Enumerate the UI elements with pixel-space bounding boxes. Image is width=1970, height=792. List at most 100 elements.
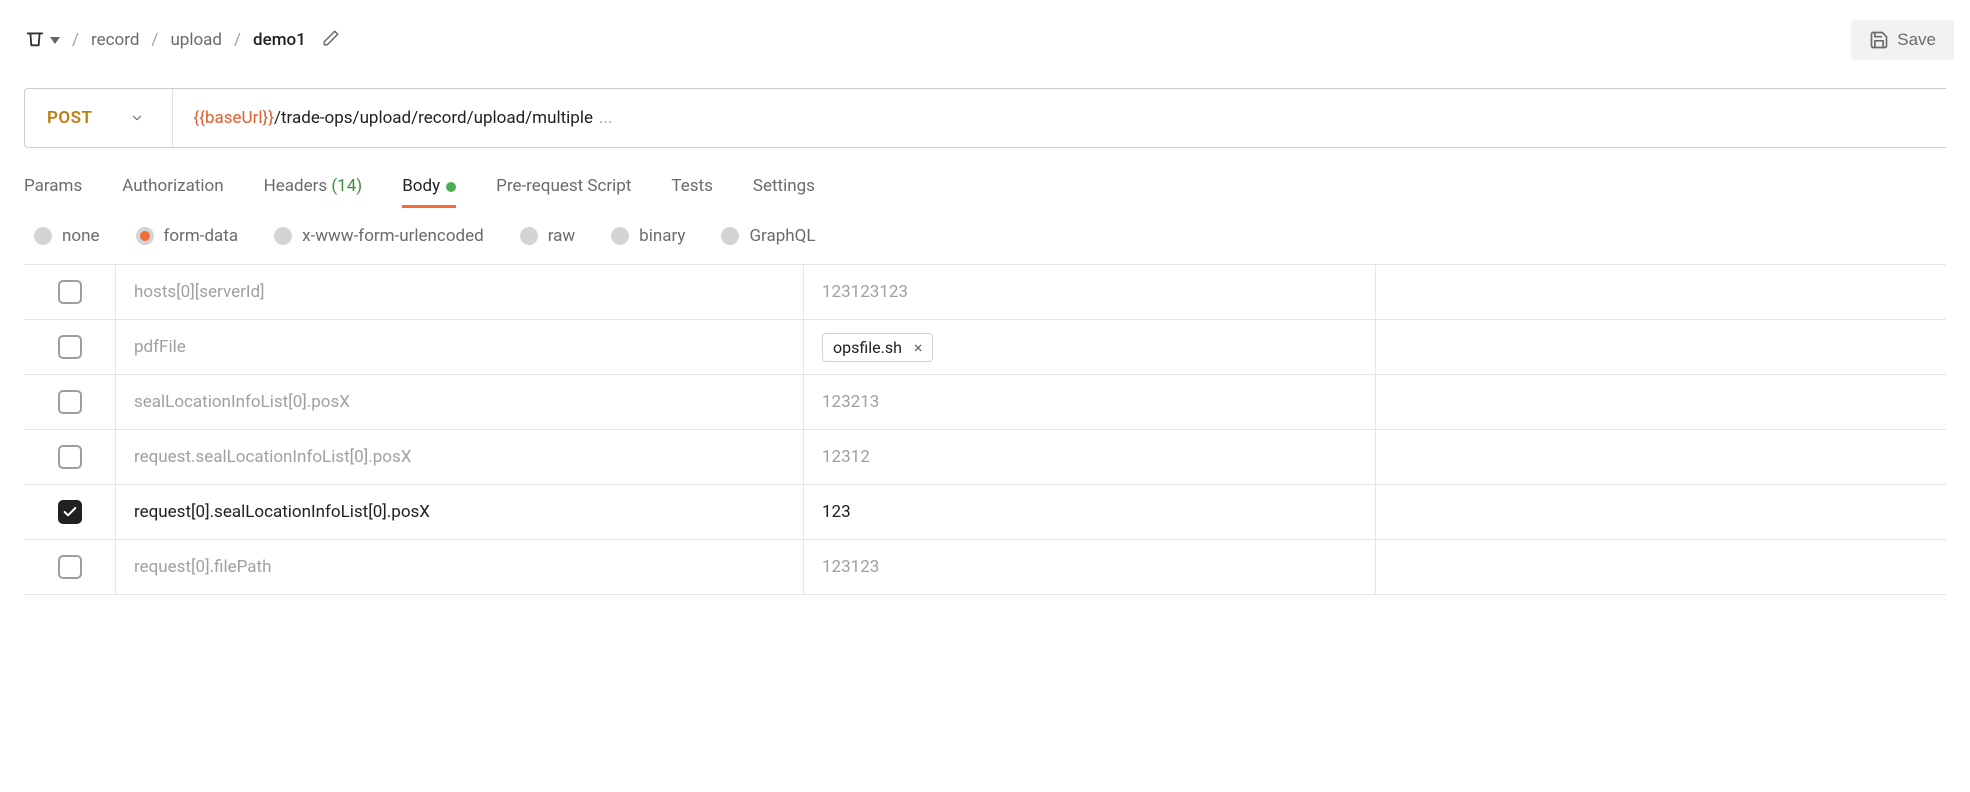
description-cell[interactable] <box>1376 320 1947 374</box>
key-cell[interactable]: pdfFile <box>116 320 804 374</box>
checkbox-cell <box>24 320 116 374</box>
tab-label: Headers <box>264 176 328 196</box>
method-select[interactable]: POST <box>25 89 173 147</box>
edit-name-icon[interactable] <box>314 29 340 52</box>
value-cell[interactable]: 123213 <box>804 375 1376 429</box>
value-cell[interactable]: opsfile.sh × <box>804 320 1376 374</box>
radio-form-data[interactable]: form-data <box>136 226 239 246</box>
checkbox-cell <box>24 540 116 594</box>
tab-headers[interactable]: Headers (14) <box>264 176 363 208</box>
description-cell[interactable] <box>1376 430 1947 484</box>
key-text: pdfFile <box>134 337 186 357</box>
value-cell[interactable]: 12312 <box>804 430 1376 484</box>
key-cell[interactable]: sealLocationInfoList[0].posX <box>116 375 804 429</box>
checkbox-cell <box>24 430 116 484</box>
value-text: 123 <box>822 502 851 522</box>
method-label: POST <box>47 108 92 128</box>
save-icon <box>1869 30 1889 50</box>
context-dropdown-caret-icon[interactable] <box>50 30 60 50</box>
body-type-selector: none form-data x-www-form-urlencoded raw… <box>0 208 1970 264</box>
value-cell[interactable]: 123123 <box>804 540 1376 594</box>
tab-label: Authorization <box>122 176 223 196</box>
value-cell[interactable]: 123123123 <box>804 265 1376 319</box>
modified-dot-icon <box>446 182 456 192</box>
value-text: 123213 <box>822 392 879 412</box>
checkbox-cell <box>24 485 116 539</box>
key-cell[interactable]: hosts[0][serverId] <box>116 265 804 319</box>
row-checkbox[interactable] <box>58 555 82 579</box>
key-cell[interactable]: request[0].sealLocationInfoList[0].posX <box>116 485 804 539</box>
breadcrumb-separator: / <box>147 30 162 50</box>
table-row: pdfFile opsfile.sh × <box>24 320 1946 375</box>
table-row: request[0].filePath 123123 <box>24 540 1946 595</box>
url-input[interactable]: {{baseUrl}}/trade-ops/upload/record/uplo… <box>173 108 1946 128</box>
tab-label: Pre-request Script <box>496 176 631 196</box>
remove-file-icon[interactable]: × <box>914 338 923 357</box>
value-text: 123123 <box>822 557 879 577</box>
row-checkbox[interactable] <box>58 500 82 524</box>
radio-icon <box>721 227 739 245</box>
tab-tests[interactable]: Tests <box>671 176 712 208</box>
checkbox-cell <box>24 375 116 429</box>
url-variable: {{baseUrl}} <box>193 108 274 128</box>
context-collection-icon[interactable] <box>24 27 46 54</box>
breadcrumb-item[interactable]: upload <box>170 30 222 50</box>
key-text: sealLocationInfoList[0].posX <box>134 392 350 412</box>
description-cell[interactable] <box>1376 375 1947 429</box>
breadcrumb-separator: / <box>68 30 83 50</box>
radio-raw[interactable]: raw <box>520 226 575 246</box>
radio-none[interactable]: none <box>34 226 100 246</box>
description-cell[interactable] <box>1376 265 1947 319</box>
chevron-down-icon <box>130 111 144 125</box>
key-text: request.sealLocationInfoList[0].posX <box>134 447 411 467</box>
tab-body[interactable]: Body <box>402 176 456 208</box>
radio-label: form-data <box>164 226 239 246</box>
value-text: 123123123 <box>822 282 908 302</box>
key-text: request[0].filePath <box>134 557 271 577</box>
file-chip[interactable]: opsfile.sh × <box>822 333 933 362</box>
tab-prerequest[interactable]: Pre-request Script <box>496 176 631 208</box>
radio-binary[interactable]: binary <box>611 226 685 246</box>
request-tabs: Params Authorization Headers (14) Body P… <box>0 148 1970 208</box>
checkbox-cell <box>24 265 116 319</box>
radio-icon <box>611 227 629 245</box>
file-name: opsfile.sh <box>833 338 902 357</box>
description-cell[interactable] <box>1376 485 1947 539</box>
description-cell[interactable] <box>1376 540 1947 594</box>
table-row: request.sealLocationInfoList[0].posX 1231… <box>24 430 1946 485</box>
row-checkbox[interactable] <box>58 390 82 414</box>
tab-authorization[interactable]: Authorization <box>122 176 223 208</box>
tab-settings[interactable]: Settings <box>753 176 815 208</box>
breadcrumb-item[interactable]: record <box>91 30 139 50</box>
tab-count: (14) <box>331 176 362 196</box>
breadcrumb-separator: / <box>230 30 245 50</box>
tab-params[interactable]: Params <box>24 176 82 208</box>
row-checkbox[interactable] <box>58 445 82 469</box>
key-cell[interactable]: request[0].filePath <box>116 540 804 594</box>
form-data-table: hosts[0][serverId]123123123pdfFileopsfil… <box>24 264 1946 595</box>
radio-urlencoded[interactable]: x-www-form-urlencoded <box>274 226 484 246</box>
table-row: sealLocationInfoList[0].posX 123213 <box>24 375 1946 430</box>
radio-label: raw <box>548 226 575 246</box>
value-cell[interactable]: 123 <box>804 485 1376 539</box>
radio-graphql[interactable]: GraphQL <box>721 226 815 246</box>
value-text: 12312 <box>822 447 870 467</box>
radio-label: x-www-form-urlencoded <box>302 226 484 246</box>
row-checkbox[interactable] <box>58 280 82 304</box>
save-button[interactable]: Save <box>1851 20 1954 60</box>
tab-label: Settings <box>753 176 815 196</box>
radio-icon <box>520 227 538 245</box>
key-cell[interactable]: request.sealLocationInfoList[0].posX <box>116 430 804 484</box>
save-button-label: Save <box>1897 30 1936 50</box>
breadcrumb: / record / upload / demo1 <box>24 27 340 54</box>
tab-label: Params <box>24 176 82 196</box>
row-checkbox[interactable] <box>58 335 82 359</box>
table-row: request[0].sealLocationInfoList[0].posX 1… <box>24 485 1946 540</box>
radio-icon <box>34 227 52 245</box>
tab-label: Body <box>402 176 440 196</box>
radio-label: none <box>62 226 100 246</box>
url-ellipsis: ... <box>599 108 612 128</box>
radio-label: GraphQL <box>749 226 815 246</box>
breadcrumb-item-active[interactable]: demo1 <box>253 30 306 50</box>
radio-icon <box>136 227 154 245</box>
